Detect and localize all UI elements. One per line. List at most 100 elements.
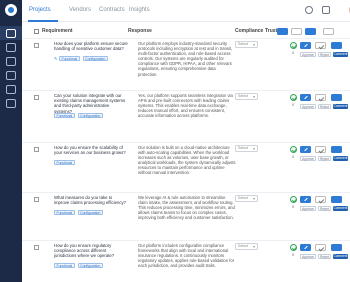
trust-check-icon[interactable] (290, 146, 297, 153)
tab-insights[interactable]: Insights (129, 7, 150, 13)
assign-button[interactable] (331, 94, 342, 101)
notifications-icon[interactable] (322, 6, 330, 14)
response-text[interactable]: Our platform includes configurable compl… (138, 243, 236, 268)
tag-configuration[interactable]: Configuration (77, 113, 103, 118)
requirement-text: What measures do you take to improve cla… (54, 195, 127, 206)
table-row: How does your platform ensure secure han… (22, 38, 350, 90)
tag-list: Functional Configuration (54, 113, 103, 118)
sidebar-settings-icon[interactable] (6, 99, 16, 108)
edit-button[interactable] (300, 94, 311, 101)
header-trust: Trust (265, 28, 278, 34)
active-tab-underline (28, 20, 58, 22)
expand-button[interactable] (315, 146, 326, 153)
trust-check-icon[interactable] (290, 42, 297, 49)
expand-button[interactable] (315, 42, 326, 49)
expand-button[interactable] (315, 94, 326, 101)
sidebar-rail (0, 0, 22, 282)
reject-button[interactable]: Reject (318, 206, 331, 211)
approve-button[interactable]: Approve (300, 156, 316, 161)
requirement-text: How does your platform ensure secure han… (54, 41, 128, 52)
table-header: Requirement Response Compliance Trust (22, 26, 350, 38)
settings-icon[interactable] (305, 6, 313, 14)
compliance-select[interactable]: Select (235, 243, 258, 250)
select-all-checkbox[interactable] (34, 29, 39, 34)
header-response: Response (128, 28, 152, 34)
compliance-select[interactable]: Select (235, 195, 258, 202)
approve-button[interactable]: Approve (300, 254, 316, 259)
row-checkbox[interactable] (34, 43, 39, 48)
tag-list: Functional Configuration (59, 56, 108, 61)
table-row: Can your solution integrate with our exi… (22, 90, 350, 142)
requirement-text: How do you ensure regulatory compliance … (54, 243, 115, 259)
header-requirement: Requirement (42, 28, 73, 34)
compliance-select[interactable]: Select (235, 93, 258, 100)
table-row: What measures do you take to improve cla… (22, 192, 350, 240)
table-row: How do you ensure regulatory compliance … (22, 240, 350, 282)
sidebar-reports-icon[interactable] (6, 85, 16, 94)
comment-button[interactable]: Comment (333, 206, 348, 211)
tag-configuration[interactable]: Configuration (82, 56, 108, 61)
trust-count: 0 (292, 205, 295, 209)
row-checkbox[interactable] (34, 197, 39, 202)
response-text[interactable]: Yes, our platform supports seamless inte… (138, 93, 236, 118)
sidebar-vendors-icon[interactable] (6, 43, 16, 52)
approve-button[interactable]: Approve (300, 206, 316, 211)
tab-projects[interactable]: Projects (29, 7, 51, 13)
sidebar-projects-icon[interactable] (6, 29, 16, 38)
sidebar-analytics-icon[interactable] (6, 71, 16, 80)
comment-button[interactable]: Comment (333, 104, 348, 109)
expand-button[interactable] (315, 196, 326, 203)
bulk-view-button[interactable] (291, 28, 302, 35)
trust-count: 0 (292, 103, 295, 107)
tag-configuration[interactable]: Configuration (77, 263, 103, 268)
sidebar-documents-icon[interactable] (6, 57, 16, 66)
response-text[interactable]: We leverage AI & rule automation to stre… (138, 195, 236, 220)
bulk-assign-button[interactable] (305, 28, 316, 35)
tab-vendors[interactable]: Vendors (69, 7, 91, 13)
comment-button[interactable]: Comment (333, 52, 348, 57)
tag-functional[interactable]: Functional (54, 113, 75, 118)
expand-button[interactable] (315, 244, 326, 251)
trust-count: 0 (292, 253, 295, 257)
compliance-select[interactable]: Select (235, 41, 258, 48)
requirement-text: Can your solution integrate with our exi… (54, 93, 126, 114)
tag-functional[interactable]: Functional (59, 56, 80, 61)
tag-configuration[interactable]: Configuration (77, 210, 103, 215)
tag-functional[interactable]: Functional (54, 160, 75, 165)
edit-button[interactable] (300, 196, 311, 203)
trust-check-icon[interactable] (290, 94, 297, 101)
tag-functional[interactable]: Functional (54, 263, 75, 268)
assign-button[interactable] (331, 196, 342, 203)
reject-button[interactable]: Reject (318, 52, 331, 57)
assign-button[interactable] (331, 42, 342, 49)
assign-button[interactable] (331, 146, 342, 153)
bulk-edit-button[interactable] (277, 28, 288, 35)
comment-button[interactable]: Comment (333, 254, 348, 259)
reject-button[interactable]: Reject (318, 254, 331, 259)
app-root: Projects Vendors Contracts Insights Requ… (0, 0, 350, 282)
edit-button[interactable] (300, 244, 311, 251)
row-checkbox[interactable] (34, 95, 39, 100)
reject-button[interactable]: Reject (318, 156, 331, 161)
approve-button[interactable]: Approve (300, 104, 316, 109)
row-checkbox[interactable] (34, 147, 39, 152)
trust-check-icon[interactable] (290, 196, 297, 203)
approve-button[interactable]: Approve (300, 52, 316, 57)
comment-button[interactable]: Comment (333, 156, 348, 161)
tag-list: Functional (54, 160, 75, 165)
tag-list: Functional Configuration (54, 210, 103, 215)
row-checkbox[interactable] (34, 245, 39, 250)
response-text[interactable]: Our platform employs industry-standard s… (138, 41, 236, 77)
app-logo[interactable] (5, 4, 17, 16)
reject-button[interactable]: Reject (318, 104, 331, 109)
edit-button[interactable] (300, 146, 311, 153)
assign-button[interactable] (331, 244, 342, 251)
tab-contracts[interactable]: Contracts (99, 7, 125, 13)
edit-button[interactable] (300, 42, 311, 49)
response-text[interactable]: Our solution is built on a cloud-native … (138, 145, 236, 176)
tag-functional[interactable]: Functional (54, 210, 75, 215)
compliance-select[interactable]: Select (235, 145, 258, 152)
bulk-check-button[interactable] (323, 28, 334, 35)
trust-check-icon[interactable] (290, 244, 297, 251)
pin-icon[interactable]: ✎ (54, 56, 57, 61)
